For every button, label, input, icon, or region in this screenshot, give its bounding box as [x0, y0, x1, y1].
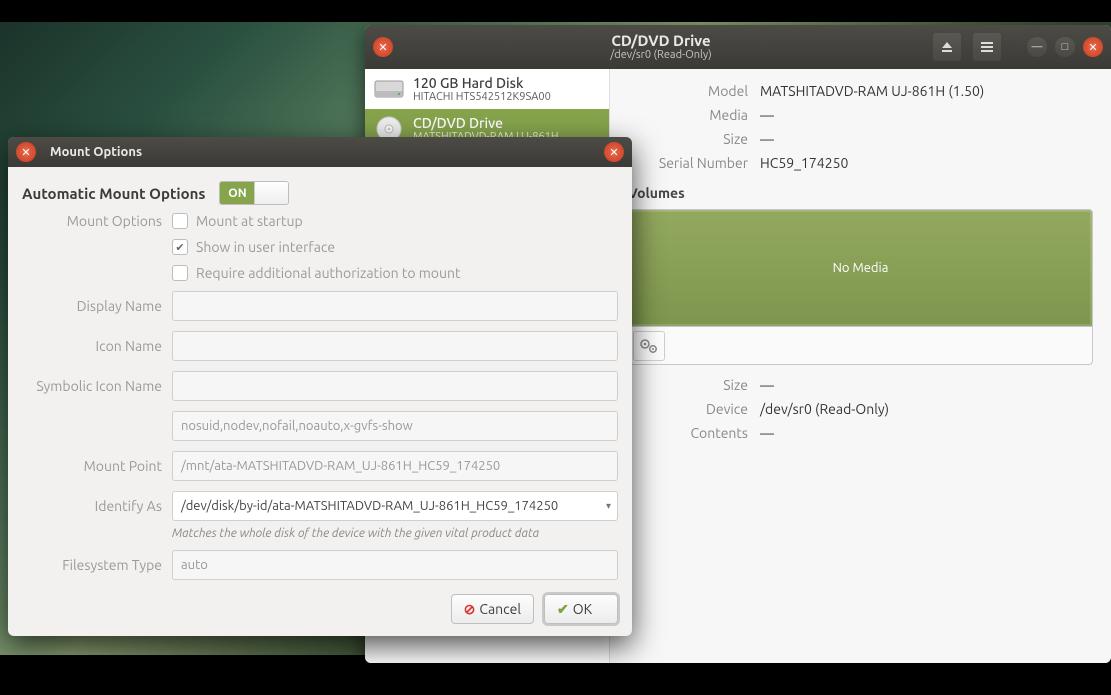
value-model: MATSHITADVD-RAM UJ-861H (1.50) — [760, 83, 984, 99]
hamburger-icon — [980, 40, 994, 54]
auto-mount-label: Automatic Mount Options — [22, 185, 205, 202]
identify-as-combo[interactable]: /dev/disk/by-id/ata-MATSHITADVD-RAM_UJ-8… — [172, 491, 618, 521]
menu-button[interactable] — [973, 33, 1001, 61]
hdd-icon — [373, 75, 405, 103]
window-title: CD/DVD Drive — [401, 33, 921, 50]
checkbox-unchecked-icon[interactable] — [172, 213, 188, 229]
display-name-label: Display Name — [22, 298, 162, 314]
label-model: Model — [628, 83, 748, 99]
mount-options-label: Mount Options — [22, 213, 162, 229]
mount-flags-input[interactable] — [172, 411, 618, 441]
ok-icon: ✔ — [557, 601, 569, 618]
switch-state: ON — [220, 182, 254, 204]
close-icon[interactable]: ✕ — [16, 142, 36, 162]
sym-icon-input[interactable] — [172, 371, 618, 401]
label-size: Size — [628, 131, 748, 147]
switch-knob — [254, 182, 288, 204]
cb-show-ui-row[interactable]: Show in user interface — [172, 239, 618, 255]
device-details: Model MATSHITADVD-RAM UJ-861H (1.50) Medi… — [610, 69, 1111, 663]
sidebar-item-label: CD/DVD Drive — [413, 115, 559, 131]
label-vol-size: Size — [628, 377, 748, 393]
disks-titlebar[interactable]: ✕ CD/DVD Drive /dev/sr0 (Read-Only) — □ … — [365, 25, 1111, 69]
sidebar-item-label: 120 GB Hard Disk — [413, 75, 551, 91]
mount-point-label: Mount Point — [22, 458, 162, 474]
identify-as-label: Identify As — [22, 498, 162, 514]
gears-icon — [639, 337, 659, 355]
close-icon-right[interactable]: ✕ — [604, 142, 624, 162]
volumes-area[interactable]: No Media — [628, 209, 1093, 327]
identify-hint: Matches the whole disk of the device wit… — [172, 527, 618, 540]
identify-as-value: /dev/disk/by-id/ata-MATSHITADVD-RAM_UJ-8… — [181, 499, 558, 513]
dialog-title: Mount Options — [50, 145, 596, 159]
dialog-titlebar[interactable]: ✕ Mount Options ✕ — [8, 137, 632, 167]
value-device: /dev/sr0 (Read-Only) — [760, 401, 889, 417]
maximize-icon[interactable]: □ — [1055, 37, 1075, 57]
label-contents: Contents — [628, 425, 748, 441]
ok-label: OK — [573, 601, 592, 617]
fs-type-label: Filesystem Type — [22, 557, 162, 573]
panel-top — [0, 0, 1111, 22]
value-vol-size: — — [760, 377, 774, 393]
auto-mount-switch[interactable]: ON — [219, 181, 289, 205]
icon-name-input[interactable] — [172, 331, 618, 361]
value-contents: — — [760, 425, 774, 441]
eject-icon — [940, 40, 954, 54]
cb-show-ui-label: Show in user interface — [196, 239, 335, 255]
close-icon-right[interactable]: ✕ — [1083, 37, 1103, 57]
volume-status: No Media — [833, 261, 889, 275]
volumes-heading: Volumes — [628, 185, 1093, 201]
cb-mount-startup-label: Mount at startup — [196, 213, 303, 229]
cb-auth-label: Require additional authorization to moun… — [196, 265, 461, 281]
sidebar-item-sublabel: HITACHI HTS542512K9SA00 — [413, 91, 551, 103]
chevron-down-icon: ▾ — [606, 500, 611, 512]
sidebar-item-hdd[interactable]: 120 GB Hard Disk HITACHI HTS542512K9SA00 — [365, 69, 609, 109]
window-subtitle: /dev/sr0 (Read-Only) — [401, 49, 921, 61]
eject-button[interactable] — [933, 33, 961, 61]
value-size: — — [760, 131, 774, 147]
cb-auth-row[interactable]: Require additional authorization to moun… — [172, 265, 618, 281]
cancel-button[interactable]: ⊘ Cancel — [451, 594, 534, 624]
value-media: — — [760, 107, 774, 123]
mount-options-dialog: ✕ Mount Options ✕ Automatic Mount Option… — [8, 137, 632, 636]
sym-icon-label: Symbolic Icon Name — [22, 378, 162, 394]
cancel-label: Cancel — [479, 601, 521, 617]
volumes-toolbar — [628, 327, 1093, 365]
ok-button[interactable]: ✔ OK — [544, 594, 618, 624]
fs-type-input[interactable] — [172, 550, 618, 580]
cancel-icon: ⊘ — [464, 601, 476, 618]
checkbox-checked-icon[interactable] — [172, 239, 188, 255]
label-media: Media — [628, 107, 748, 123]
label-device: Device — [628, 401, 748, 417]
volume-settings-button[interactable] — [633, 331, 665, 361]
value-serial: HC59_174250 — [760, 155, 848, 171]
mount-point-input[interactable] — [172, 451, 618, 481]
minimize-icon[interactable]: — — [1027, 37, 1047, 57]
window-title-block: CD/DVD Drive /dev/sr0 (Read-Only) — [401, 33, 921, 62]
cb-mount-startup-row[interactable]: Mount at startup — [172, 213, 618, 229]
checkbox-unchecked-icon[interactable] — [172, 265, 188, 281]
display-name-input[interactable] — [172, 291, 618, 321]
close-icon[interactable]: ✕ — [373, 37, 393, 57]
icon-name-label: Icon Name — [22, 338, 162, 354]
label-serial: Serial Number — [628, 155, 748, 171]
